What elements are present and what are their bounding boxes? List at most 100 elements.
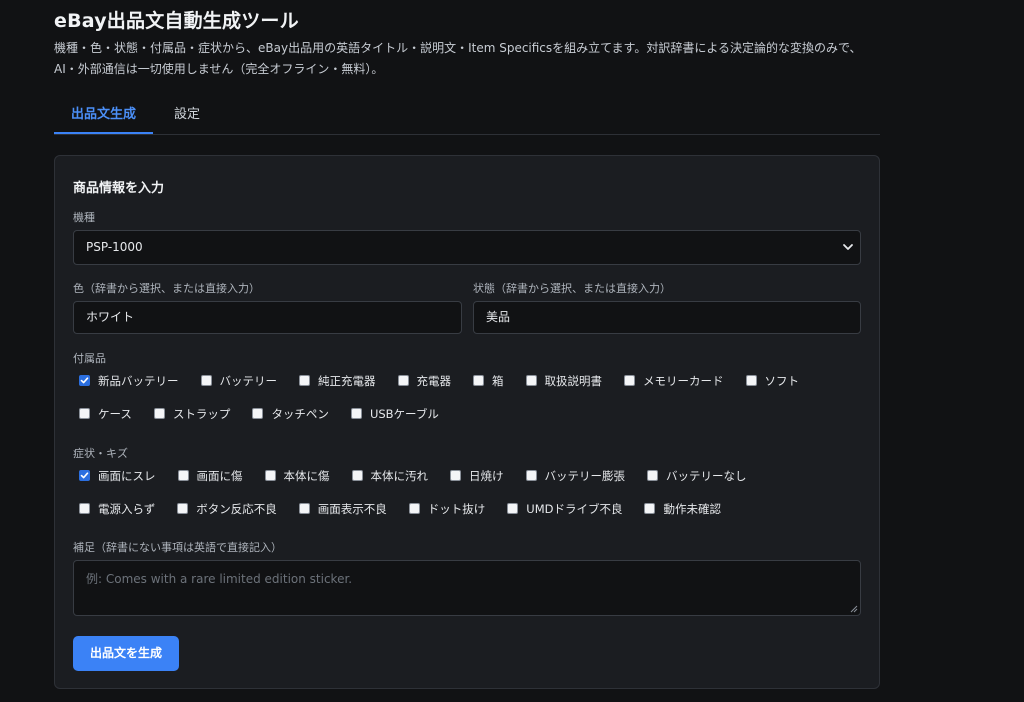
checkbox-box[interactable]: [624, 375, 635, 386]
checkbox-box[interactable]: [79, 503, 90, 514]
accessory-checkbox[interactable]: ソフト: [745, 373, 800, 389]
checkbox-label: ストラップ: [172, 406, 231, 421]
checkbox-label: 本体に傷: [283, 468, 330, 483]
checkbox-box[interactable]: [153, 408, 165, 419]
symptoms-checkbox-group: 画面にスレ 画面に傷 本体に傷 本体に汚れ 日焼け バッテリー膨張 バッテリーな…: [79, 459, 869, 525]
checkbox-label: 画面に傷: [196, 468, 243, 483]
checkbox-label: 電源入らず: [98, 501, 156, 516]
checkbox-box[interactable]: [79, 408, 90, 419]
accessory-checkbox[interactable]: 純正充電器: [299, 373, 376, 389]
checkbox-label: メモリーカード: [643, 373, 724, 388]
checkbox-box[interactable]: [397, 375, 409, 386]
accessory-checkbox[interactable]: USBケーブル: [350, 406, 439, 422]
accessories-checkbox-group: 新品バッテリー バッテリー 純正充電器 充電器 箱 取扱説明書 メモリーカード …: [79, 364, 869, 430]
color-label: 色（辞書から選択、または直接入力）: [73, 282, 260, 295]
generate-button[interactable]: 出品文を生成: [73, 636, 179, 671]
symptom-checkbox[interactable]: UMDドライブ不良: [507, 501, 622, 517]
checkbox-box[interactable]: [473, 375, 484, 386]
model-select[interactable]: PSP-1000: [73, 230, 861, 265]
checkbox-label: 充電器: [416, 373, 452, 388]
symptom-checkbox[interactable]: 画面に傷: [177, 468, 243, 484]
checkbox-box[interactable]: [525, 470, 537, 481]
checkbox-box[interactable]: [351, 470, 363, 481]
checkbox-box[interactable]: [299, 375, 310, 386]
symptom-checkbox[interactable]: 本体に汚れ: [351, 468, 428, 484]
checkbox-label: 動作未確認: [663, 501, 721, 516]
symptom-checkbox[interactable]: ドット抜け: [408, 501, 486, 517]
accessory-checkbox[interactable]: メモリーカード: [624, 373, 724, 389]
condition-label: 状態（辞書から選択、または直接入力）: [473, 282, 671, 295]
accessory-checkbox[interactable]: 箱: [473, 373, 504, 389]
checkbox-box[interactable]: [350, 408, 362, 419]
symptoms-row: 電源入らず ボタン反応不良 画面表示不良 ドット抜け UMDドライブ不良 動作未…: [79, 492, 869, 525]
symptom-checkbox[interactable]: 画面にスレ: [79, 468, 156, 484]
page-title: eBay出品文自動生成ツール: [54, 10, 299, 32]
checkbox-label: 箱: [492, 373, 504, 388]
checkbox-box[interactable]: [745, 375, 757, 386]
checkbox-box[interactable]: [408, 503, 420, 514]
condition-input[interactable]: 美品: [473, 301, 861, 334]
page-description: 機種・色・状態・付属品・症状から、eBay出品用の英語タイトル・説明文・Item…: [54, 41, 862, 76]
checkbox-box[interactable]: [252, 408, 264, 419]
accessory-checkbox[interactable]: 充電器: [397, 373, 452, 389]
accessories-row: 新品バッテリー バッテリー 純正充電器 充電器 箱 取扱説明書 メモリーカード …: [79, 364, 869, 397]
symptom-checkbox[interactable]: バッテリー膨張: [525, 468, 626, 484]
check-icon: [80, 472, 89, 479]
symptom-checkbox[interactable]: 電源入らず: [79, 501, 155, 517]
accessory-checkbox[interactable]: ストラップ: [153, 406, 231, 422]
checkbox-label: 画面表示不良: [317, 501, 387, 516]
symptom-checkbox[interactable]: 本体に傷: [264, 468, 330, 484]
checkbox-label: 画面にスレ: [98, 468, 156, 483]
chevron-down-icon: [843, 244, 853, 250]
checkbox-label: 新品バッテリー: [98, 373, 179, 388]
accessory-checkbox[interactable]: ケース: [79, 406, 132, 422]
checkbox-label: ソフト: [764, 373, 800, 388]
accessories-row: ケース ストラップ タッチペン USBケーブル: [79, 397, 869, 430]
checkbox-label: バッテリー膨張: [544, 468, 626, 483]
checkbox-label: ボタン反応不良: [196, 501, 277, 516]
accessory-checkbox[interactable]: バッテリー: [200, 373, 277, 389]
symptom-checkbox[interactable]: 動作未確認: [644, 501, 721, 517]
symptom-checkbox[interactable]: バッテリーなし: [647, 468, 747, 484]
notes-textarea[interactable]: 例: Comes with a rare limited edition sti…: [73, 560, 861, 616]
checkbox-label: 純正充電器: [318, 373, 376, 388]
tab-settings[interactable]: 設定: [162, 96, 212, 133]
checkbox-label: タッチペン: [271, 406, 329, 421]
checkbox-box[interactable]: [177, 470, 189, 481]
checkbox-label: USBケーブル: [369, 406, 439, 421]
accessory-checkbox[interactable]: 取扱説明書: [525, 373, 602, 389]
checkbox-box[interactable]: [79, 470, 90, 481]
checkbox-box[interactable]: [177, 503, 189, 514]
checkbox-box[interactable]: [507, 503, 519, 514]
checkbox-box[interactable]: [79, 375, 90, 386]
accessory-checkbox[interactable]: 新品バッテリー: [79, 373, 179, 389]
checkbox-box[interactable]: [647, 470, 658, 481]
accessory-checkbox[interactable]: タッチペン: [252, 406, 329, 422]
symptom-checkbox[interactable]: ボタン反応不良: [177, 501, 277, 517]
checkbox-box[interactable]: [644, 503, 656, 514]
symptoms-row: 画面にスレ 画面に傷 本体に傷 本体に汚れ 日焼け バッテリー膨張 バッテリーな…: [79, 459, 869, 492]
checkbox-label: バッテリーなし: [666, 468, 747, 483]
product-info-card: 商品情報を入力 機種 PSP-1000 色（辞書から選択、または直接入力） ホワ…: [54, 155, 880, 689]
color-input[interactable]: ホワイト: [73, 301, 462, 334]
symptom-checkbox[interactable]: 日焼け: [450, 468, 504, 484]
tab-generate[interactable]: 出品文生成: [54, 96, 153, 134]
checkbox-box[interactable]: [525, 375, 537, 386]
tab-bar: 出品文生成 設定: [54, 96, 880, 135]
card-heading: 商品情報を入力: [73, 181, 165, 196]
checkbox-box[interactable]: [298, 503, 310, 514]
checkbox-label: ドット抜け: [427, 501, 486, 516]
checkbox-label: 日焼け: [469, 468, 504, 483]
checkbox-box[interactable]: [200, 375, 212, 386]
notes-label: 補足（辞書にない事項は英語で直接記入）: [73, 541, 282, 554]
resize-grip-icon[interactable]: [850, 605, 858, 613]
model-label: 機種: [73, 211, 95, 224]
checkbox-label: ケース: [98, 406, 132, 421]
notes-placeholder: 例: Comes with a rare limited edition sti…: [86, 572, 353, 586]
check-icon: [80, 377, 89, 384]
model-select-value: PSP-1000: [86, 240, 143, 254]
checkbox-box[interactable]: [450, 470, 461, 481]
symptom-checkbox[interactable]: 画面表示不良: [298, 501, 387, 517]
checkbox-box[interactable]: [264, 470, 276, 481]
checkbox-label: UMDドライブ不良: [526, 501, 623, 516]
